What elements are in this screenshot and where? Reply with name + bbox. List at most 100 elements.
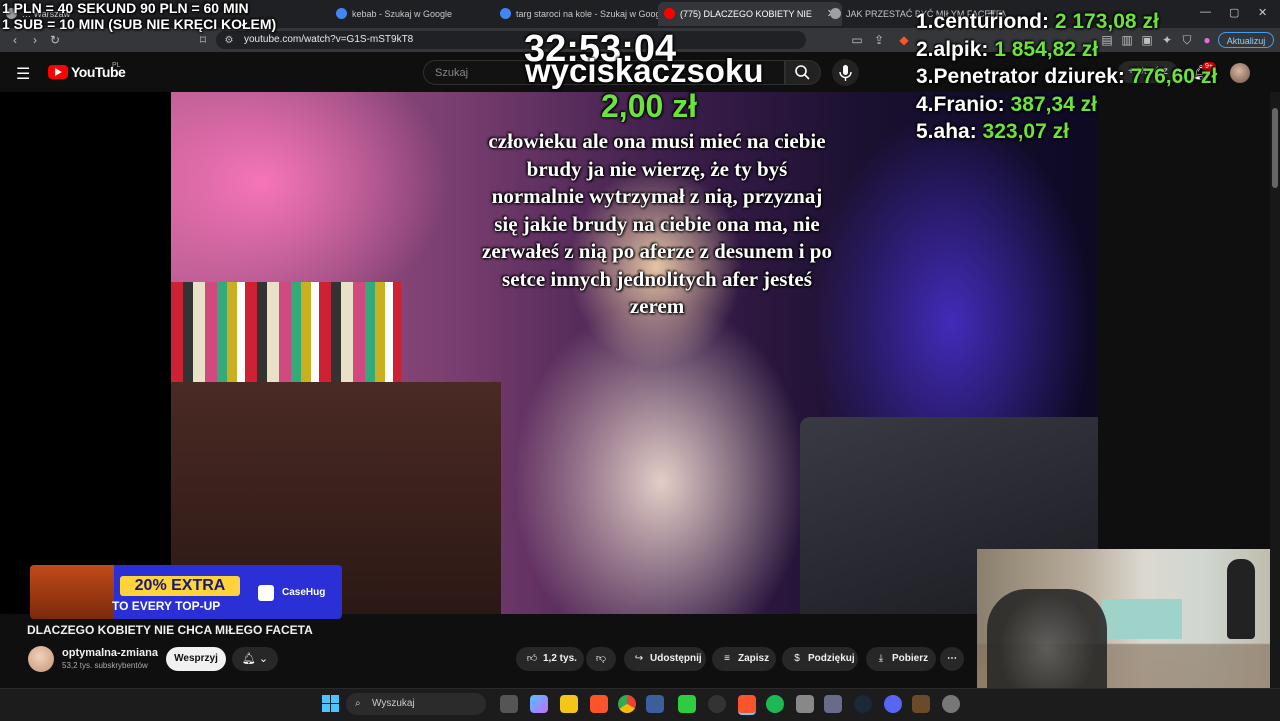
app-icon[interactable] xyxy=(912,695,930,713)
update-button[interactable]: Aktualizuj xyxy=(1218,32,1274,48)
scrollbar-thumb[interactable] xyxy=(1272,108,1278,188)
app-icon[interactable] xyxy=(678,695,696,713)
support-button[interactable]: Wesprzyj xyxy=(166,647,226,671)
brave-icon[interactable] xyxy=(590,695,608,713)
like-button[interactable]: 👍︎ 1,2 tys. xyxy=(516,647,584,671)
save-button[interactable]: ≡ Zapisz xyxy=(712,647,776,671)
rate-info-line: 1 PLN = 40 SEKUND 90 PLN = 60 MIN xyxy=(2,0,249,16)
chrome-icon[interactable] xyxy=(618,695,636,713)
share-label: Udostępnij xyxy=(650,653,702,664)
treasure-chest-icon xyxy=(30,565,114,619)
site-info-icon[interactable]: ⚙ xyxy=(222,34,236,48)
channel-avatar[interactable] xyxy=(28,646,54,672)
forward-icon[interactable]: › xyxy=(28,33,42,47)
brave-icon[interactable] xyxy=(738,695,756,715)
tab-2[interactable]: targ staroci na kole - Szukaj w Google xyxy=(494,2,676,26)
close-window-icon[interactable]: ✕ xyxy=(1258,6,1267,19)
thanks-icon: $ xyxy=(794,653,800,664)
taskbar-search[interactable]: ⌕ Wyszukaj xyxy=(346,693,486,715)
dislike-button[interactable]: 👎︎ xyxy=(586,647,616,671)
copilot-icon[interactable] xyxy=(530,695,548,713)
more-icon: ⋯ xyxy=(947,653,957,664)
sub-info-line: 1 SUB = 10 MIN (SUB NIE KRĘCI KOŁEM) xyxy=(2,16,277,32)
youtube-logo-icon[interactable] xyxy=(48,65,68,79)
menu-icon[interactable]: ☰ xyxy=(16,64,30,84)
app-icon[interactable] xyxy=(646,695,664,713)
thanks-button[interactable]: $ Podziękuj xyxy=(782,647,858,671)
thanks-label: Podziękuj xyxy=(808,653,855,664)
video-title: DLACZEGO KOBIETY NIE CHCA MIŁEGO FACETA xyxy=(27,623,313,637)
mic-icon xyxy=(839,65,852,81)
app-icon[interactable] xyxy=(708,695,726,713)
casehug-logo-icon xyxy=(258,585,274,601)
leaderboard-rank: 4. xyxy=(916,92,934,116)
leaderboard-amount: 2 173,08 zł xyxy=(1054,10,1159,33)
webcam-kitchen-island-shape xyxy=(1102,599,1182,639)
google-icon xyxy=(500,8,511,19)
spotify-icon[interactable] xyxy=(766,695,784,713)
brave-shield-icon[interactable]: ◆ xyxy=(897,33,911,47)
leaderboard-row: 5.aha: 323,07 zł xyxy=(916,118,1217,146)
channel-name[interactable]: optymalna-zmiana xyxy=(62,647,158,659)
reload-icon[interactable]: ↻ xyxy=(48,33,62,47)
share-icon[interactable]: ⇪ xyxy=(872,33,886,47)
leaderboard-amount: 1 854,82 zł xyxy=(994,37,1099,61)
ad-banner[interactable]: 20% EXTRA TO EVERY TOP-UP CaseHug xyxy=(30,565,342,619)
youtube-icon xyxy=(664,8,675,19)
avatar[interactable] xyxy=(1230,63,1250,83)
leaderboard-name: centuriond: xyxy=(933,10,1050,33)
file-explorer-icon[interactable] xyxy=(560,695,578,713)
leaderboard-name: Franio: xyxy=(933,92,1005,116)
leaderboard-amount: 387,34 zł xyxy=(1010,92,1097,116)
webcam-person-shape xyxy=(1227,559,1255,639)
settings-icon[interactable] xyxy=(942,695,960,713)
voice-search-button[interactable] xyxy=(832,59,859,86)
task-view-icon[interactable] xyxy=(500,695,518,713)
ad-headline: 20% EXTRA xyxy=(120,576,240,596)
search-icon: ⌕ xyxy=(355,698,361,709)
bookmark-icon[interactable]: ⌑ xyxy=(196,33,210,47)
tab-active[interactable]: (775) DLACZEGO KOBIETY NIE✕ xyxy=(658,2,842,26)
like-count: 1,2 tys. xyxy=(543,653,577,664)
windows-start-icon[interactable] xyxy=(322,695,340,713)
search-button[interactable] xyxy=(785,60,821,85)
download-label: Pobierz xyxy=(892,653,929,664)
more-actions-button[interactable]: ⋯ xyxy=(940,647,964,671)
donation-amount: 2,00 zł xyxy=(601,88,698,124)
video-books-shape xyxy=(171,282,401,382)
discord-icon[interactable] xyxy=(884,695,902,713)
tab-label: (775) DLACZEGO KOBIETY NIE xyxy=(680,9,812,19)
channel-subscribers: 53,2 tys. subskrybentów xyxy=(62,661,148,670)
notification-settings-button[interactable]: 🔔︎ ⌄ xyxy=(232,647,278,671)
tab-1[interactable]: kebab - Szukaj w Google xyxy=(330,2,512,26)
back-icon[interactable]: ‹ xyxy=(8,33,22,47)
calculator-icon[interactable] xyxy=(796,695,814,713)
share-icon: ↪ xyxy=(634,653,644,664)
leaderboard-row: 2.alpik: 1 854,82 zł xyxy=(916,36,1217,64)
tab-label: kebab - Szukaj w Google xyxy=(352,9,453,19)
leaderboard-amount: 776,60 zł xyxy=(1130,65,1218,88)
save-label: Zapisz xyxy=(738,653,770,664)
download-icon: ⤓ xyxy=(878,653,884,664)
leaderboard-amount: 323,07 zł xyxy=(982,120,1069,143)
taskbar-search-placeholder: Wyszukaj xyxy=(372,698,415,709)
app-icon[interactable] xyxy=(824,695,842,713)
cast-icon[interactable]: ▭ xyxy=(850,33,864,47)
address-bar[interactable]: youtube.com/watch?v=G1S-mST9kT8 xyxy=(216,31,806,49)
bell-icon: 🔔︎ xyxy=(241,653,256,665)
steam-icon[interactable] xyxy=(854,695,872,713)
leaderboard-rank: 1. xyxy=(916,10,934,33)
google-icon xyxy=(336,8,347,19)
chevron-down-icon: ⌄ xyxy=(258,653,269,665)
url-text: youtube.com/watch?v=G1S-mST9kT8 xyxy=(244,34,414,45)
leaderboard-name: aha: xyxy=(933,120,977,143)
ad-brand: CaseHug xyxy=(282,587,326,598)
share-button[interactable]: ↪ Udostępnij xyxy=(624,647,706,671)
leaderboard-row: 4.Franio: 387,34 zł xyxy=(916,91,1217,119)
donor-name: wyciskaczsoku xyxy=(525,52,764,89)
maximize-icon[interactable]: ▢ xyxy=(1229,6,1239,19)
thumbs-down-icon: 👎︎ xyxy=(595,653,607,664)
leaderboard-name: Penetrator dziurek: xyxy=(933,65,1125,88)
download-button[interactable]: ⤓ Pobierz xyxy=(866,647,936,671)
leaderboard-rank: 3. xyxy=(916,65,934,88)
